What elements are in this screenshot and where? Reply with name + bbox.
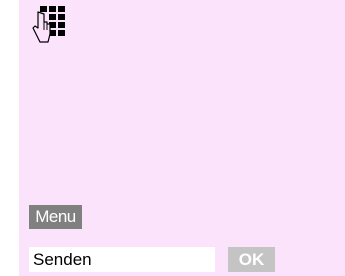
keypad-hand-icon	[32, 6, 65, 43]
menu-button[interactable]: Menu	[29, 205, 82, 229]
phone-display: Menu Senden OK	[19, 0, 345, 276]
ok-button[interactable]: OK	[228, 247, 275, 272]
send-field[interactable]: Senden	[29, 247, 215, 272]
bottom-softkey-bar: Senden OK	[19, 247, 345, 276]
